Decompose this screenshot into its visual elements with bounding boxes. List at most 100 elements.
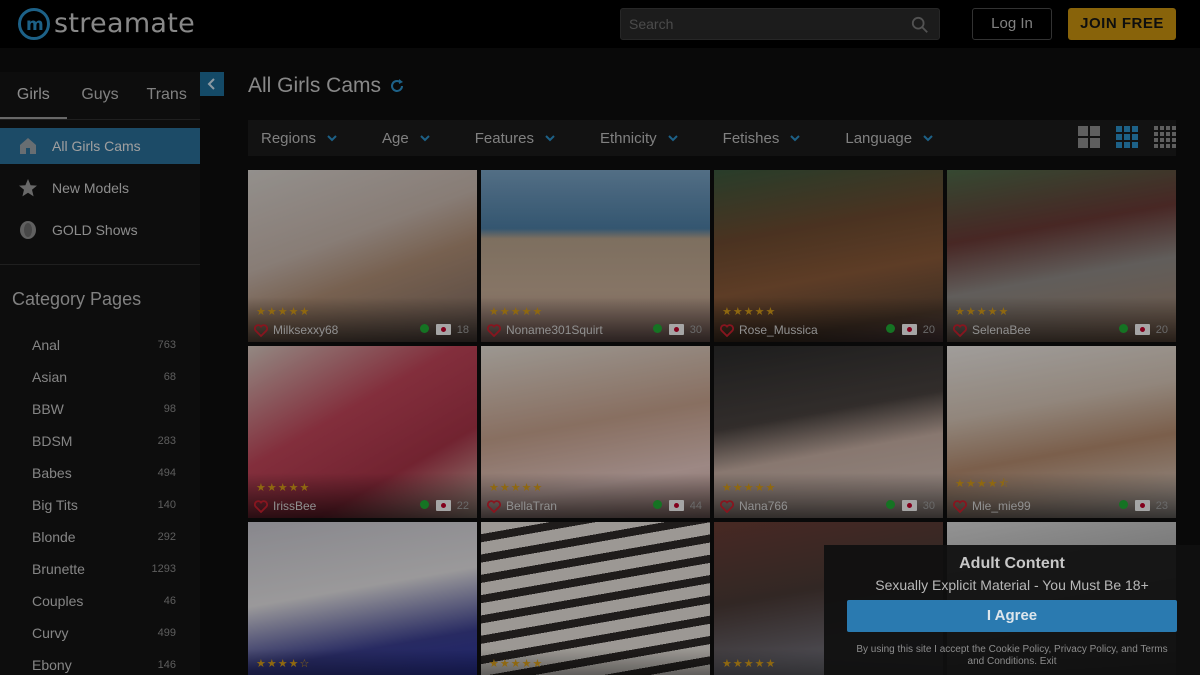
cookie-policy-link[interactable]: Cookie Policy [989,644,1049,655]
refresh-icon[interactable] [389,78,405,94]
chevron-down-icon [667,135,678,142]
model-name[interactable]: Mie_mie99 [972,499,1031,513]
japan-flag-icon [1135,324,1150,335]
category-item[interactable]: Couples 46 [0,585,200,617]
sidebar-collapse-button[interactable] [200,72,224,96]
category-item[interactable]: Ebony 146 [0,649,200,675]
japan-flag-icon [1135,500,1150,511]
favorite-heart-icon[interactable] [720,324,734,337]
join-free-button[interactable]: JOIN FREE [1068,8,1176,40]
category-count: 1293 [151,563,176,575]
category-item[interactable]: Blonde 292 [0,521,200,553]
search-icon[interactable] [911,16,929,34]
model-tile[interactable]: ★★★★★ Noname301Squirt 30 [481,170,710,342]
model-tile[interactable]: ★★★★★ BellaTran 44 [481,346,710,518]
model-tile[interactable]: ★★★★★ Nana766 30 [714,346,943,518]
legal-dot: . [1034,656,1038,667]
sidebar-item-gold-shows[interactable]: GOLD Shows [0,212,200,248]
search-input[interactable] [621,9,891,39]
favorite-heart-icon[interactable] [487,500,501,513]
large-grid-icon[interactable] [1078,126,1100,148]
filter-label: Features [474,129,534,147]
filter-dropdown[interactable]: Features [462,130,569,147]
favorite-heart-icon[interactable] [953,324,967,337]
rating-stars: ★★★★★ [955,306,1010,318]
sidebar-item-all-girls-cams[interactable]: All Girls Cams [0,128,200,164]
model-name[interactable]: Noname301Squirt [506,323,603,337]
favorite-heart-icon[interactable] [254,324,268,337]
tab-girls[interactable]: Girls [0,72,67,119]
model-name[interactable]: SelenaBee [972,323,1031,337]
privacy-policy-link[interactable]: Privacy Policy [1054,644,1116,655]
online-status-dot [420,500,429,509]
online-status-dot [653,500,662,509]
model-name[interactable]: Rose_Mussica [739,323,818,337]
exit-link[interactable]: Exit [1040,656,1057,667]
legal-and: , and [1115,644,1138,655]
filter-dropdown[interactable]: Regions [248,130,351,147]
category-label: BDSM [32,433,73,449]
favorite-heart-icon[interactable] [953,500,967,513]
rating-stars: ★★★★★ [489,658,544,670]
model-tile[interactable]: ★★★★⯪ Mie_mie99 23 [947,346,1176,518]
japan-flag-icon [902,500,917,511]
model-age: 20 [1155,324,1168,336]
chevron-down-icon [923,135,933,142]
category-item[interactable]: Curvy 499 [0,617,200,649]
category-item[interactable]: Anal 763 [0,329,200,361]
model-age: 30 [922,500,935,512]
category-item[interactable]: Babes 494 [0,457,200,489]
agree-button[interactable]: I Agree [847,600,1177,632]
favorite-heart-icon[interactable] [720,500,734,513]
filter-dropdown[interactable]: Ethnicity [587,130,692,147]
category-label: Babes [32,465,72,481]
japan-flag-icon [436,324,451,335]
category-label: Big Tits [32,497,78,513]
online-status-dot [886,500,895,509]
filter-dropdown[interactable]: Fetishes [710,130,815,147]
favorite-heart-icon[interactable] [487,324,501,337]
category-item[interactable]: BBW 98 [0,393,200,425]
category-item[interactable]: Brunette 1293 [0,553,200,585]
category-item[interactable]: BDSM 283 [0,425,200,457]
site-logo[interactable]: m streamate [18,8,195,40]
model-tile[interactable]: ★★★★★ [481,522,710,675]
login-button[interactable]: Log In [972,8,1052,40]
tab-guys[interactable]: Guys [67,72,134,119]
top-bar: m streamate Log In JOIN FREE [0,0,1200,48]
app-root: m streamate Log In JOIN FREE Girls Guys … [0,0,1200,675]
filter-label: Age [382,129,409,147]
category-count: 494 [157,467,176,479]
model-tile[interactable]: ★★★★★ SelenaBee 20 [947,170,1176,342]
sidebar-item-new-models[interactable]: New Models [0,170,200,206]
filter-dropdown[interactable]: Age [369,130,444,147]
category-count: 499 [157,627,176,639]
model-tile[interactable]: ★★★★★ Rose_Mussica 20 [714,170,943,342]
small-grid-icon[interactable] [1154,126,1176,148]
rating-stars: ★★★★★ [722,482,777,494]
model-name[interactable]: Milksexxy68 [273,323,338,337]
sidebar: Girls Guys Trans All Girls Cams New Mode… [0,72,200,675]
model-age: 18 [456,324,469,336]
category-item[interactable]: Asian 68 [0,361,200,393]
category-label: Anal [32,337,61,353]
medium-grid-icon[interactable] [1116,126,1138,148]
chevron-down-icon [545,135,555,142]
model-name[interactable]: IrissBee [273,499,316,513]
model-tile[interactable]: ★★★★★ Milksexxy68 18 [248,170,477,342]
model-age: 22 [456,500,469,512]
model-name[interactable]: Nana766 [739,499,788,513]
filter-dropdown[interactable]: Language [832,130,947,147]
view-toggles [1062,126,1176,148]
model-tile[interactable]: ★★★★☆ [248,522,477,675]
category-item[interactable]: Big Tits 140 [0,489,200,521]
model-name[interactable]: BellaTran [506,499,557,513]
category-count: 98 [163,403,176,415]
filter-label: Language [845,129,913,147]
logo-mark-icon: m [18,8,50,40]
tab-trans[interactable]: Trans [133,72,200,119]
filter-label: Ethnicity [599,129,657,147]
favorite-heart-icon[interactable] [254,500,268,513]
category-count: 146 [157,659,176,671]
model-tile[interactable]: ★★★★★ IrissBee 22 [248,346,477,518]
